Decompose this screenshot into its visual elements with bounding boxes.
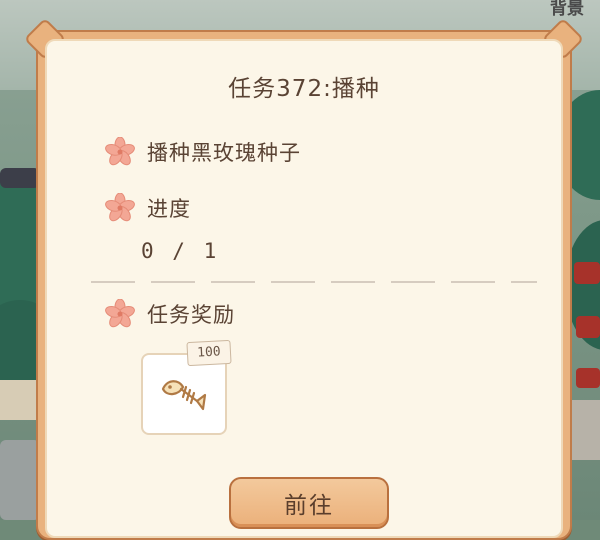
- background-wall: [0, 380, 40, 420]
- quest-dialog: 任务372:播种 播种黑玫瑰种子 进度 0 / 1 任务奖励 100 前往: [23, 17, 585, 540]
- background-lantern: [576, 368, 600, 388]
- objective-row: 播种黑玫瑰种子: [105, 136, 301, 167]
- progress-label: 进度: [147, 197, 191, 221]
- fish-bone-icon: [161, 380, 207, 411]
- reward-item-card[interactable]: [141, 353, 227, 435]
- dashed-divider: [91, 281, 537, 283]
- background-lantern: [576, 316, 600, 338]
- background-corner-text: 背景: [550, 0, 584, 19]
- progress-row: 进度: [105, 192, 191, 223]
- flower-icon: [105, 136, 135, 167]
- quest-dialog-body: 任务372:播种 播种黑玫瑰种子 进度 0 / 1 任务奖励 100 前往: [45, 39, 563, 538]
- flower-icon: [105, 192, 135, 223]
- quest-title: 任务372:播种: [228, 76, 380, 102]
- reward-quantity-tag: 100: [186, 339, 232, 367]
- background-roof: [0, 440, 40, 520]
- flower-icon: [105, 298, 135, 329]
- go-button[interactable]: 前往: [229, 477, 389, 529]
- objective-label: 播种黑玫瑰种子: [147, 141, 301, 165]
- progress-value: 0 / 1: [141, 239, 220, 263]
- background-roof: [0, 168, 40, 188]
- background-lantern: [574, 262, 600, 284]
- reward-row: 任务奖励: [105, 298, 235, 329]
- background-wall: [570, 400, 600, 460]
- reward-label: 任务奖励: [147, 303, 235, 327]
